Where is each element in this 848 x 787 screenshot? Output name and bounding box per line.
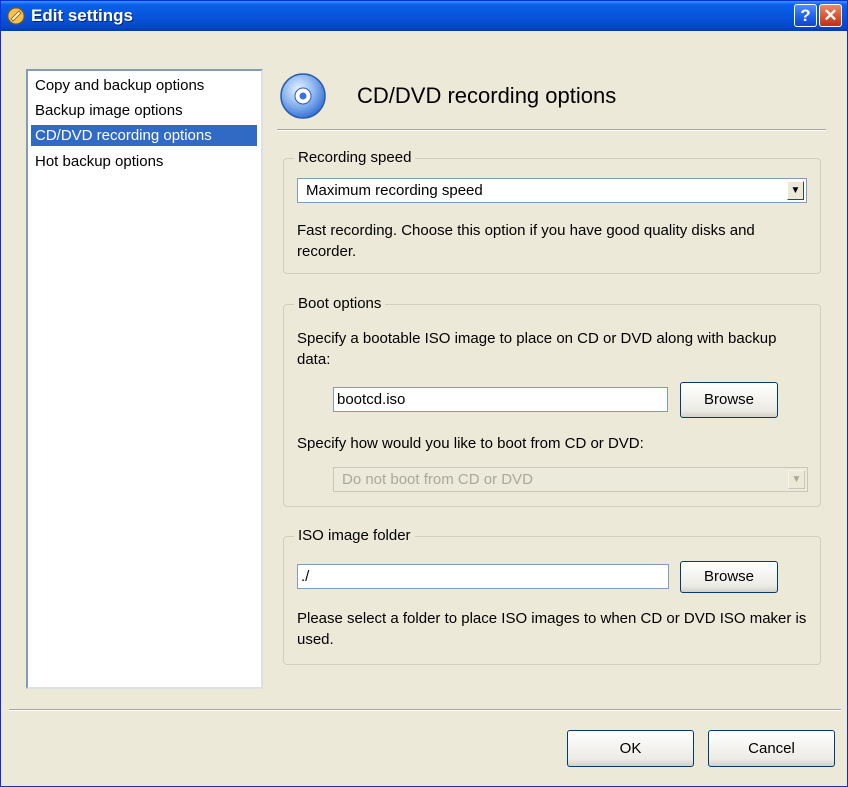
bootable-iso-value: bootcd.iso <box>337 391 406 408</box>
recording-speed-legend: Recording speed <box>294 148 416 168</box>
browse-iso-button[interactable]: Browse <box>680 382 778 418</box>
boot-method-label: Specify how would you like to boot from … <box>297 435 644 452</box>
boot-options-group: Boot options Specify a bootable ISO imag… <box>283 294 821 507</box>
iso-folder-legend: ISO image folder <box>294 526 415 546</box>
bootable-iso-field[interactable]: bootcd.iso <box>333 387 668 412</box>
recording-speed-value: Maximum recording speed <box>306 182 483 199</box>
app-icon <box>7 7 25 25</box>
close-button[interactable]: ✕ <box>819 4 842 27</box>
iso-folder-description: Please select a folder to place ISO imag… <box>297 610 807 648</box>
boot-method-select[interactable]: Do not boot from CD or DVD ▼ <box>333 467 808 492</box>
settings-category-list[interactable]: Copy and backup options Backup image opt… <box>26 69 263 689</box>
cancel-button[interactable]: Cancel <box>708 730 835 767</box>
iso-folder-group: ISO image folder ./ Browse Please select… <box>283 526 821 665</box>
window-title: Edit settings <box>31 6 134 25</box>
boot-options-legend: Boot options <box>294 294 386 314</box>
chevron-down-icon[interactable]: ▼ <box>788 470 805 489</box>
header-divider <box>277 129 826 131</box>
recording-speed-group: Recording speed Maximum recording speed … <box>283 148 821 274</box>
iso-folder-value: ./ <box>301 568 310 585</box>
footer-divider <box>9 709 841 711</box>
iso-folder-field[interactable]: ./ <box>297 564 669 589</box>
page-title: CD/DVD recording options <box>357 83 617 108</box>
browse-folder-button[interactable]: Browse <box>680 561 778 593</box>
bootable-iso-label: Specify a bootable ISO image to place on… <box>297 330 777 368</box>
sidebar-item-backup-image[interactable]: Backup image options <box>33 100 185 121</box>
title-bar[interactable]: Edit settings ? ✕ <box>1 1 847 31</box>
recording-speed-description: Fast recording. Choose this option if yo… <box>297 222 755 260</box>
sidebar-item-hot-backup[interactable]: Hot backup options <box>33 151 165 172</box>
boot-method-value: Do not boot from CD or DVD <box>342 471 533 488</box>
cd-disc-icon <box>280 73 326 119</box>
sidebar-item-cd-dvd-recording[interactable]: CD/DVD recording options <box>31 125 257 146</box>
sidebar-item-copy-backup[interactable]: Copy and backup options <box>33 75 206 96</box>
recording-speed-select[interactable]: Maximum recording speed ▼ <box>297 178 807 203</box>
chevron-down-icon[interactable]: ▼ <box>787 181 804 200</box>
edit-settings-dialog: Edit settings ? ✕ Copy and backup option… <box>0 0 848 787</box>
ok-button[interactable]: OK <box>567 730 694 767</box>
help-button[interactable]: ? <box>794 4 817 27</box>
